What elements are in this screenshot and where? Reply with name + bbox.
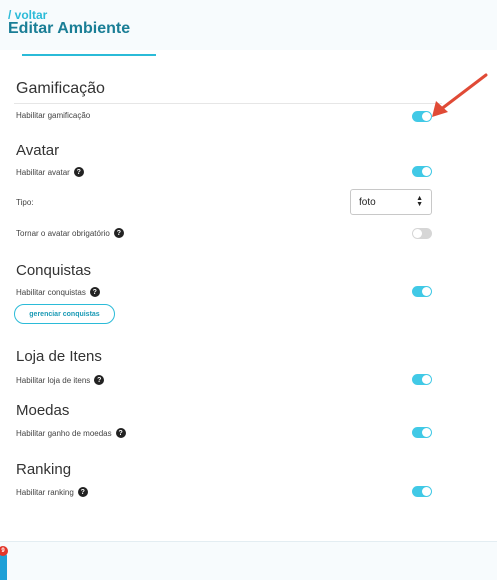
avatar-type-row: Tipo: <box>16 198 34 207</box>
floating-chat-widget[interactable] <box>0 553 7 580</box>
section-title-avatar: Avatar <box>16 142 60 159</box>
enable-gamification-row: Habilitar gamificação <box>16 111 90 120</box>
section-title-achievements: Conquistas <box>16 262 92 279</box>
enable-achievements-label: Habilitar conquistas <box>16 287 86 297</box>
avatar-type-value: foto <box>359 196 376 208</box>
enable-ranking-toggle[interactable] <box>412 486 432 497</box>
section-title-gamification: Gamificação <box>16 80 105 97</box>
enable-avatar-label: Habilitar avatar <box>16 167 70 177</box>
manage-achievements-button[interactable]: gerenciar conquistas <box>14 304 115 324</box>
annotation-arrow-icon <box>432 73 488 117</box>
enable-gamification-toggle[interactable] <box>412 111 432 122</box>
chevron-updown-icon: ▲ ▼ <box>416 195 423 208</box>
help-icon[interactable]: ? <box>94 375 105 385</box>
enable-avatar-toggle[interactable] <box>412 166 432 177</box>
enable-achievements-row: Habilitar conquistas ? <box>16 287 100 297</box>
enable-item-store-toggle[interactable] <box>412 374 432 385</box>
avatar-required-label: Tornar o avatar obrigatório <box>16 228 110 238</box>
help-icon[interactable]: ? <box>115 428 126 438</box>
avatar-required-toggle[interactable] <box>412 228 432 239</box>
enable-ranking-label: Habilitar ranking <box>16 487 74 497</box>
avatar-required-row: Tornar o avatar obrigatório ? <box>16 228 124 238</box>
help-icon[interactable]: ? <box>73 167 84 177</box>
section-title-ranking: Ranking <box>16 461 72 478</box>
help-icon[interactable]: ? <box>113 228 124 238</box>
section-title-item-store: Loja de Itens <box>16 348 102 365</box>
enable-item-store-row: Habilitar loja de itens ? <box>16 375 105 385</box>
enable-coins-label: Habilitar ganho de moedas <box>16 428 112 438</box>
avatar-type-label: Tipo: <box>16 198 34 207</box>
avatar-type-select[interactable]: foto ▲ ▼ <box>350 189 432 215</box>
enable-coins-row: Habilitar ganho de moedas ? <box>16 428 126 438</box>
enable-gamification-label: Habilitar gamificação <box>16 111 91 120</box>
enable-coins-toggle[interactable] <box>412 427 432 438</box>
enable-item-store-label: Habilitar loja de itens <box>16 375 91 385</box>
enable-achievements-toggle[interactable] <box>412 286 432 297</box>
active-tab-indicator <box>22 54 156 56</box>
help-icon[interactable]: ? <box>89 287 100 297</box>
section-divider <box>14 103 442 104</box>
page-title: Editar Ambiente <box>8 20 131 37</box>
enable-avatar-row: Habilitar avatar ? <box>16 167 84 177</box>
enable-ranking-row: Habilitar ranking ? <box>16 487 88 497</box>
page-header: / voltar Editar Ambiente <box>0 0 497 50</box>
section-title-coins: Moedas <box>16 402 70 419</box>
help-icon[interactable]: ? <box>77 487 88 497</box>
